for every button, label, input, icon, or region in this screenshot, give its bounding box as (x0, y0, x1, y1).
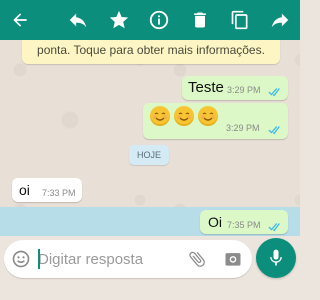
message-time: 3:29 PM (226, 123, 260, 133)
info-icon[interactable] (147, 8, 171, 32)
voice-record-button[interactable] (256, 238, 296, 278)
encryption-notice[interactable]: ponta. Toque para obter mais informações… (22, 40, 280, 64)
message-input[interactable] (38, 249, 178, 269)
copy-icon[interactable] (228, 8, 252, 32)
camera-icon[interactable] (222, 248, 244, 270)
text-caret (38, 249, 40, 269)
date-divider-label: HOJE (136, 150, 161, 160)
smiling-face-emoji-icon (198, 106, 218, 126)
back-arrow-icon[interactable] (8, 8, 32, 32)
attach-paperclip-icon[interactable] (186, 248, 208, 270)
incoming-message-bubble[interactable]: oi 7:33 PM (12, 178, 82, 202)
reply-icon[interactable] (66, 8, 90, 32)
message-text: oi (19, 182, 30, 198)
smiling-face-emoji-icon (174, 106, 194, 126)
message-text: Oi (208, 214, 222, 230)
date-divider: HOJE (129, 145, 169, 165)
forward-icon[interactable] (268, 8, 292, 32)
read-receipt-icon (268, 122, 282, 140)
delete-icon[interactable] (188, 8, 212, 32)
microphone-icon (266, 248, 286, 268)
message-time: 3:29 PM (227, 85, 261, 95)
smiling-face-emoji-icon (150, 106, 170, 126)
message-time: 7:33 PM (42, 188, 76, 198)
star-icon[interactable] (107, 8, 131, 32)
outgoing-message-bubble[interactable]: Teste 3:29 PM (182, 76, 288, 100)
encryption-notice-text: ponta. Toque para obter mais informações… (37, 43, 265, 57)
message-time: 7:35 PM (227, 220, 261, 230)
emoji-icon[interactable] (10, 248, 32, 270)
outgoing-message-bubble-selected[interactable]: Oi 7:35 PM (200, 210, 288, 234)
message-text: Teste (188, 79, 224, 96)
read-receipt-icon (268, 84, 282, 102)
action-bar (0, 0, 300, 40)
read-receipt-icon (268, 219, 282, 237)
